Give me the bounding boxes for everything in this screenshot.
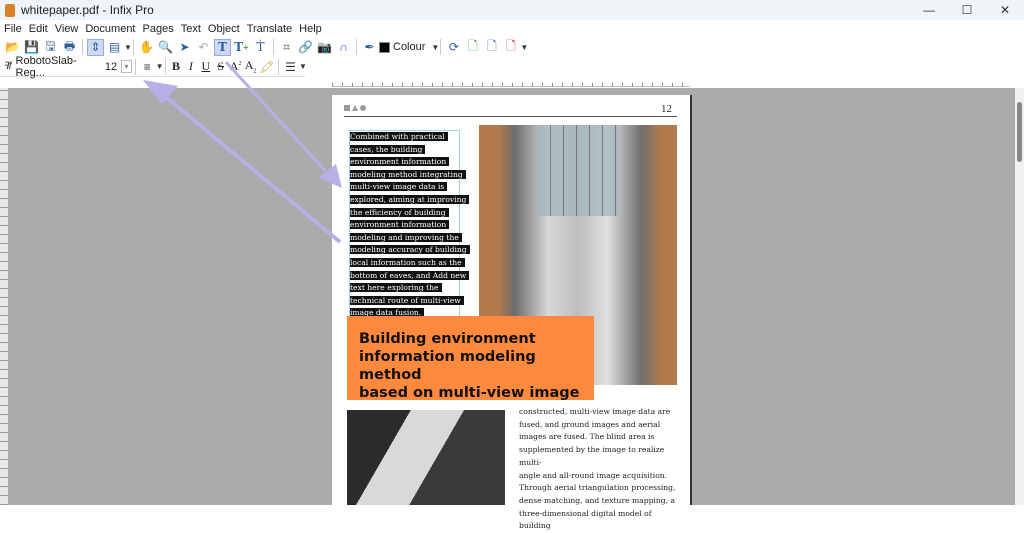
pdf-page: 12 Combined with practical cases, the bu… <box>332 95 690 530</box>
maximize-button[interactable]: ☐ <box>948 0 986 20</box>
page-number: 12 <box>661 103 672 115</box>
crop-icon[interactable]: ⌗ <box>278 39 295 56</box>
insert-page-icon[interactable]: 🗋 <box>464 39 481 56</box>
fit-page-icon[interactable]: ⇕ <box>87 38 104 56</box>
menu-view[interactable]: View <box>55 23 79 35</box>
hand-tool-icon[interactable]: ✋ <box>138 39 155 56</box>
window-title: whitepaper.pdf - Infix Pro <box>21 3 154 17</box>
text-tool-icon[interactable]: T <box>214 38 231 56</box>
menu-pages[interactable]: Pages <box>143 23 174 35</box>
link-icon[interactable]: 🔗 <box>297 39 314 56</box>
save-as-icon[interactable]: 🖫 <box>42 39 59 56</box>
colour-label[interactable]: Colour <box>393 41 425 53</box>
body-text[interactable]: constructed, multi-view image data are f… <box>519 406 679 533</box>
text-line: constructed, multi-view image data are <box>519 407 671 416</box>
scrollbar-thumb[interactable] <box>1017 102 1022 162</box>
title-bar: whitepaper.pdf - Infix Pro — ☐ ✕ <box>0 0 1024 20</box>
text-line[interactable]: the efficiency of building <box>350 207 449 217</box>
undo-icon[interactable]: ↶ <box>195 39 212 56</box>
menu-text[interactable]: Text <box>181 23 201 35</box>
vertical-ruler[interactable] <box>0 88 8 505</box>
menu-edit[interactable]: Edit <box>29 23 48 35</box>
colour-swatch[interactable] <box>379 41 390 53</box>
superscript-button[interactable]: A2 <box>228 59 243 74</box>
subscript-button[interactable]: A2 <box>243 58 258 74</box>
strikethrough-button[interactable]: S <box>213 59 228 74</box>
italic-button[interactable]: I <box>183 59 198 74</box>
bold-button[interactable]: B <box>169 59 184 74</box>
text-line: images are fused. The blind area is <box>519 432 655 442</box>
text-line[interactable]: cases, the building <box>350 144 426 154</box>
engineer-photo[interactable] <box>347 410 505 505</box>
menu-document[interactable]: Document <box>85 23 135 35</box>
banner-line: information modeling method <box>359 349 536 383</box>
font-size-dropdown[interactable]: ▾ <box>121 60 132 73</box>
text-line: Through aerial triangulation processing, <box>519 483 676 493</box>
menu-translate[interactable]: Translate <box>247 23 292 35</box>
selected-text[interactable]: Combined with practical cases, the build… <box>350 131 470 320</box>
header-shapes <box>344 105 366 111</box>
highlight-icon[interactable]: 🖍 <box>259 58 274 75</box>
save-icon[interactable]: 💾 <box>23 39 40 56</box>
chevron-down-icon[interactable]: ▼ <box>299 62 307 71</box>
font-name-select[interactable]: RobotoSlab-Reg... <box>16 55 95 79</box>
camera-icon[interactable]: 📷 <box>316 39 333 56</box>
text-line[interactable]: Combined with practical <box>350 132 448 141</box>
header-divider <box>344 116 677 117</box>
menu-file[interactable]: File <box>4 23 22 35</box>
chevron-down-icon[interactable]: ▼ <box>124 43 132 52</box>
chevron-down-icon[interactable]: ▼ <box>431 43 439 52</box>
banner-line: based on multi-view image <box>359 385 580 401</box>
horizontal-ruler[interactable] <box>332 77 690 87</box>
replace-page-icon[interactable]: ⟳ <box>445 39 462 56</box>
path-icon[interactable]: ∩ <box>335 39 352 56</box>
text-line: angle and all-round image acquisition. <box>519 470 668 480</box>
print-icon[interactable]: 🖶 <box>61 39 78 56</box>
close-button[interactable]: ✕ <box>986 0 1024 20</box>
eyedropper-icon[interactable]: ✒ <box>361 39 378 56</box>
app-icon <box>5 3 15 17</box>
page-layout-icon[interactable]: ▤ <box>106 39 123 56</box>
text-line[interactable]: technical route of multi-view <box>350 295 464 305</box>
text-line[interactable]: environment information <box>350 157 450 167</box>
text-line[interactable]: modeling method integrating <box>350 169 466 179</box>
text-style-icon[interactable]: Ṫ <box>252 39 269 56</box>
minimize-button[interactable]: — <box>910 0 948 20</box>
text-line[interactable]: modeling accuracy of building <box>350 245 470 255</box>
text-line[interactable]: text here exploring the <box>350 283 442 293</box>
text-line: fused, and ground images and aerial <box>519 419 661 429</box>
text-line: supplemented by the image to realize mul… <box>519 445 665 467</box>
chevron-down-icon[interactable]: ▼ <box>520 43 528 52</box>
menu-object[interactable]: Object <box>208 23 240 35</box>
text-line: dense matching, and texture mapping, a <box>519 495 675 505</box>
banner-line: Building environment <box>359 331 536 347</box>
title-banner[interactable]: Building environment information modelin… <box>347 316 594 401</box>
font-icon: ꟻf <box>3 61 12 72</box>
text-line[interactable]: modeling and improving the <box>350 232 462 242</box>
text-line[interactable]: environment information <box>350 220 450 230</box>
line-spacing-icon[interactable]: ☰ <box>283 58 298 75</box>
zoom-icon[interactable]: 🔍 <box>157 39 174 56</box>
text-line[interactable]: bottom of eaves, and Add new <box>350 270 470 280</box>
menu-bar: File Edit View Document Pages Text Objec… <box>0 20 1024 37</box>
add-text-icon[interactable]: T + <box>233 39 250 56</box>
vertical-scrollbar[interactable] <box>1015 88 1024 505</box>
text-line[interactable]: explored, aiming at improving <box>350 194 470 204</box>
format-toolbar: ꟻf RobotoSlab-Reg... 12 ▾ ≡ ▼ B I U S A2 … <box>0 55 307 79</box>
open-icon[interactable]: 📂 <box>4 39 21 56</box>
text-line: three-dimensional digital model of build… <box>519 508 652 531</box>
chevron-down-icon[interactable]: ▼ <box>156 62 164 71</box>
extract-page-icon[interactable]: 🗋 <box>483 39 500 56</box>
text-line[interactable]: local information such as the <box>350 257 465 267</box>
align-left-icon[interactable]: ≡ <box>140 58 155 75</box>
select-arrow-icon[interactable]: ➤ <box>176 39 193 56</box>
underline-button[interactable]: U <box>198 59 213 74</box>
delete-page-icon[interactable]: 🗋 <box>502 39 519 56</box>
text-line[interactable]: multi-view image data is <box>350 182 448 192</box>
menu-help[interactable]: Help <box>299 23 322 35</box>
font-size-input[interactable]: 12 <box>105 61 117 73</box>
